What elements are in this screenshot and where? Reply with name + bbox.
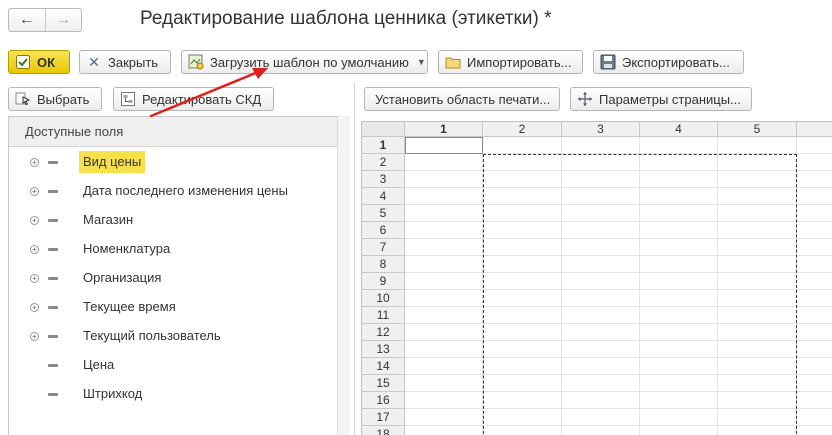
forward-arrow-icon[interactable]: → (44, 9, 82, 31)
row-header[interactable]: 3 (362, 171, 405, 188)
expand-plus-icon[interactable]: + (30, 157, 39, 167)
close-label: Закрыть (108, 54, 159, 70)
fields-scrollbar[interactable] (337, 116, 350, 435)
field-tree-item[interactable]: Штрихкод (9, 383, 337, 405)
field-label: Цена (83, 357, 115, 372)
field-tree-item[interactable]: + Магазин (9, 209, 337, 231)
column-header[interactable]: 5 (718, 122, 797, 137)
column-header[interactable]: 3 (562, 122, 640, 137)
ok-check-icon (15, 54, 31, 70)
page-params-label: Параметры страницы... (599, 91, 741, 107)
row-header[interactable]: 12 (362, 324, 405, 341)
field-label: Текущее время (83, 299, 176, 314)
field-tree-item[interactable]: + Вид цены (9, 151, 337, 173)
field-tree-item[interactable]: + Текущий пользователь (9, 325, 337, 347)
field-label: Дата последнего изменения цены (83, 183, 288, 198)
available-fields-panel: Доступные поля + Вид цены + Дата последнего… (8, 116, 350, 435)
load-default-template-label: Загрузить шаблон по умолчанию (210, 54, 409, 70)
folder-icon (445, 54, 461, 70)
ok-label: ОК (37, 54, 56, 70)
dropdown-caret-icon[interactable]: ▼ (417, 57, 426, 67)
expand-plus-icon[interactable]: + (30, 302, 39, 312)
move-cross-icon (577, 91, 593, 107)
row-header[interactable]: 8 (362, 256, 405, 273)
field-label: Номенклатура (83, 241, 171, 256)
print-area-outline (483, 154, 797, 435)
field-attribute-icon (48, 160, 58, 164)
field-tree-item[interactable]: + Текущее время (9, 296, 337, 318)
save-disk-icon (600, 54, 616, 70)
field-attribute-icon (48, 218, 58, 222)
expand-plus-icon[interactable]: + (30, 215, 39, 225)
available-fields-header: Доступные поля (9, 117, 349, 147)
back-arrow-icon[interactable]: ← (9, 9, 45, 31)
expand-plus-icon[interactable]: + (30, 186, 39, 196)
import-button[interactable]: Импортировать... (438, 50, 583, 74)
set-print-area-button[interactable]: Установить область печати... (364, 87, 560, 111)
field-attribute-icon (48, 276, 58, 280)
field-label: Штрихкод (83, 386, 143, 401)
close-icon: ✕ (88, 53, 100, 70)
row-header[interactable]: 4 (362, 188, 405, 205)
field-attribute-icon (48, 334, 58, 338)
row-header[interactable]: 6 (362, 222, 405, 239)
row-header[interactable]: 2 (362, 154, 405, 171)
sheet-corner[interactable] (362, 122, 405, 137)
template-icon (188, 54, 204, 70)
field-tree-item[interactable]: + Дата последнего изменения цены (9, 180, 337, 202)
row-header[interactable]: 1 (362, 137, 405, 154)
field-attribute-icon (48, 305, 58, 309)
schema-edit-icon (120, 91, 136, 107)
column-header-filler (797, 122, 832, 137)
select-button[interactable]: Выбрать (8, 87, 102, 111)
row-header[interactable]: 13 (362, 341, 405, 358)
field-attribute-icon (48, 189, 58, 193)
import-label: Импортировать... (467, 54, 572, 70)
field-attribute-icon (48, 392, 58, 396)
set-print-area-label: Установить область печати... (375, 91, 551, 107)
column-header[interactable]: 1 (405, 122, 483, 137)
current-cell[interactable] (405, 137, 483, 154)
row-header[interactable]: 5 (362, 205, 405, 222)
ok-button[interactable]: ОК (8, 50, 70, 74)
export-label: Экспортировать... (622, 54, 730, 70)
column-header[interactable]: 2 (483, 122, 562, 137)
spreadsheet-grid[interactable]: 12345 1 2 3 4 5 6 7 8 9 10 11 12 13 14 15 16 17 18 (361, 121, 832, 435)
field-tree-item[interactable]: + Организация (9, 267, 337, 289)
edit-dcs-label: Редактировать СКД (142, 91, 262, 107)
row-header[interactable]: 9 (362, 273, 405, 290)
row-header[interactable]: 15 (362, 375, 405, 392)
nav-buttons: ← → (8, 8, 82, 32)
edit-dcs-button[interactable]: Редактировать СКД (113, 87, 274, 111)
expand-plus-icon[interactable]: + (30, 331, 39, 341)
row-header[interactable]: 11 (362, 307, 405, 324)
load-default-template-button[interactable]: Загрузить шаблон по умолчанию ▼ (181, 50, 428, 74)
field-label: Организация (83, 270, 162, 285)
row-header[interactable]: 18 (362, 426, 405, 435)
window-title: Редактирование шаблона ценника (этикетки… (140, 8, 552, 29)
field-tree-item[interactable]: Цена (9, 354, 337, 376)
field-label: Текущий пользователь (83, 328, 221, 343)
expand-plus-icon[interactable]: + (30, 244, 39, 254)
panel-splitter[interactable] (354, 82, 355, 435)
column-header[interactable]: 4 (640, 122, 718, 137)
row-header[interactable]: 14 (362, 358, 405, 375)
select-arrow-icon (15, 91, 31, 107)
expand-plus-icon[interactable]: + (30, 273, 39, 283)
row-header[interactable]: 16 (362, 392, 405, 409)
row-header[interactable]: 10 (362, 290, 405, 307)
row-header[interactable]: 7 (362, 239, 405, 256)
field-attribute-icon (48, 247, 58, 251)
close-button[interactable]: ✕ Закрыть (79, 50, 171, 74)
export-button[interactable]: Экспортировать... (593, 50, 744, 74)
field-attribute-icon (48, 363, 58, 367)
field-label: Магазин (83, 212, 134, 227)
field-label: Вид цены (79, 151, 146, 173)
row-header[interactable]: 17 (362, 409, 405, 426)
field-tree-item[interactable]: + Номенклатура (9, 238, 337, 260)
select-label: Выбрать (37, 91, 90, 107)
page-params-button[interactable]: Параметры страницы... (570, 87, 752, 111)
